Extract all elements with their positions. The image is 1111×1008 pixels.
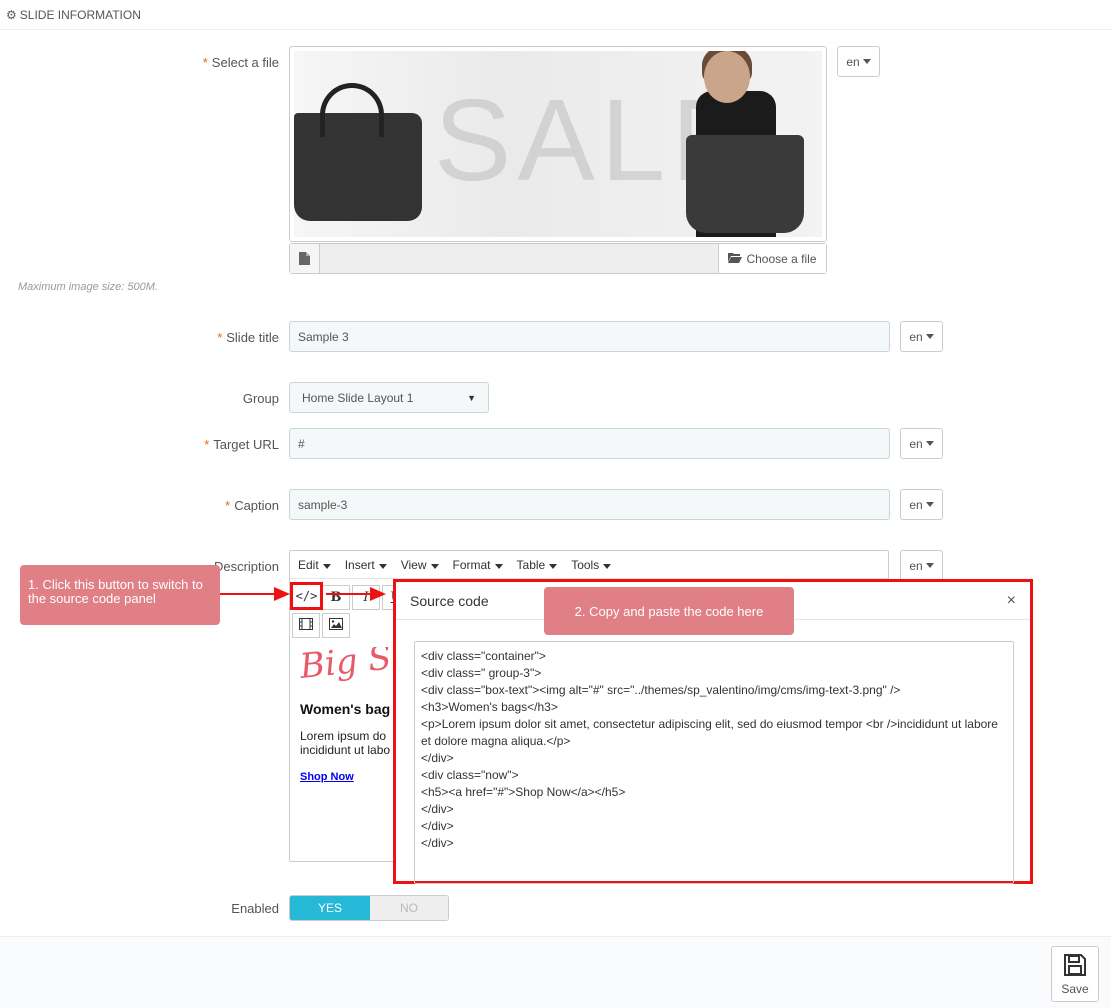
content-text: Lorem ipsum do incididunt ut labo	[300, 729, 391, 757]
menu-tools[interactable]: Tools	[571, 558, 612, 572]
content-script-heading: Big Sa	[300, 647, 400, 687]
enabled-no-option[interactable]: NO	[370, 896, 448, 920]
code-line: <h3>Women's bags</h3>	[421, 700, 558, 714]
step1-arrowhead-to-modal	[370, 587, 386, 601]
save-icon	[1063, 953, 1087, 980]
menu-view[interactable]: View	[401, 558, 439, 572]
content-shop-now-link[interactable]: Shop Now	[300, 771, 400, 783]
folder-open-icon	[728, 252, 743, 266]
menu-edit[interactable]: Edit	[298, 558, 331, 572]
content-title: Women's bag	[300, 701, 391, 717]
target-url-lang-dropdown[interactable]: en	[900, 428, 943, 459]
editor-content[interactable]: Big Sa Women's bag Lorem ipsum do incidi…	[300, 647, 400, 847]
panel-footer	[0, 936, 1111, 1008]
caption-lang-dropdown[interactable]: en	[900, 489, 943, 520]
film-icon	[299, 618, 313, 633]
menu-table[interactable]: Table	[517, 558, 558, 572]
caret-down-icon	[925, 441, 934, 446]
code-line: </div>	[421, 802, 454, 816]
panel-heading: ⚙ SLIDE INFORMATION	[0, 0, 1111, 30]
group-select[interactable]: Home Slide Layout 1 ▼	[289, 382, 489, 413]
code-line: <h5><a href="#">Shop Now</a></h5>	[421, 785, 626, 799]
menu-insert[interactable]: Insert	[345, 558, 387, 572]
insert-image-button[interactable]	[322, 613, 350, 638]
slide-title-input[interactable]: Sample 3	[289, 321, 890, 352]
target-url-input[interactable]: #	[289, 428, 890, 459]
slide-image-preview: SALE	[289, 46, 827, 242]
caption-label: * Caption	[225, 498, 279, 513]
slide-title-lang-dropdown[interactable]: en	[900, 321, 943, 352]
save-button[interactable]: Save	[1051, 946, 1099, 1002]
source-code-button[interactable]: </>	[290, 582, 323, 610]
code-line: </div>	[421, 819, 454, 833]
caret-down-icon	[925, 502, 934, 507]
close-icon[interactable]: ×	[1007, 592, 1016, 610]
enabled-yes-option[interactable]: YES	[290, 896, 370, 920]
source-code-textarea[interactable]: <div class="container"> <div class=" gro…	[414, 641, 1014, 884]
caret-down-icon	[862, 59, 871, 64]
code-line: <div class="now">	[421, 768, 519, 782]
code-line: <div class=" group-3">	[421, 666, 542, 680]
choose-file-button[interactable]: Choose a file	[718, 244, 826, 273]
image-icon	[329, 618, 343, 633]
code-line: <div class="box-text"><img alt="#" src="…	[421, 683, 901, 697]
code-line: </div>	[421, 751, 454, 765]
file-name-field[interactable]	[320, 244, 718, 273]
code-line: <p>Lorem ipsum dolor sit amet, consectet…	[421, 717, 1002, 748]
code-line: <div class="container">	[421, 649, 546, 663]
enabled-label: Enabled	[231, 901, 279, 916]
select-arrow-icon: ▼	[467, 392, 476, 403]
caption-input[interactable]: sample-3	[289, 489, 890, 520]
max-image-size-hint: Maximum image size: 500M.	[18, 281, 158, 293]
code-line: </div>	[421, 836, 454, 850]
file-upload-bar: Choose a file	[289, 243, 827, 274]
image-lang-dropdown[interactable]: en	[837, 46, 880, 77]
source-code-modal: Source code × 2. Copy and paste the code…	[393, 579, 1033, 884]
group-label: Group	[242, 391, 279, 406]
panel-title: SLIDE INFORMATION	[19, 7, 141, 22]
model-figure-image	[676, 51, 804, 237]
step1-arrow	[220, 593, 276, 595]
caret-down-icon	[925, 334, 934, 339]
insert-video-button[interactable]	[292, 613, 320, 638]
handbag-image	[294, 83, 422, 221]
step2-callout: 2. Copy and paste the code here	[544, 587, 794, 635]
step1-arrowhead	[274, 587, 290, 601]
slide-title-label: * Slide title	[217, 330, 279, 345]
file-icon	[290, 244, 320, 273]
step1-arrow-to-modal	[326, 593, 372, 595]
caret-down-icon	[925, 563, 934, 568]
cogs-icon: ⚙	[6, 7, 17, 22]
enabled-toggle[interactable]: YES NO	[289, 895, 449, 921]
bold-button[interactable]: B	[322, 585, 350, 610]
banner-image: SALE	[294, 51, 822, 237]
target-url-label: * Target URL	[204, 437, 279, 452]
step1-callout: 1. Click this button to switch to the so…	[20, 565, 220, 625]
description-lang-dropdown[interactable]: en	[900, 550, 943, 581]
select-file-label: * Select a file	[202, 55, 279, 70]
editor-menubar: Edit Insert View Format Table Tools	[290, 551, 888, 579]
menu-format[interactable]: Format	[453, 558, 503, 572]
editor-toolbar-row2	[292, 613, 350, 638]
modal-title: Source code	[410, 592, 489, 609]
